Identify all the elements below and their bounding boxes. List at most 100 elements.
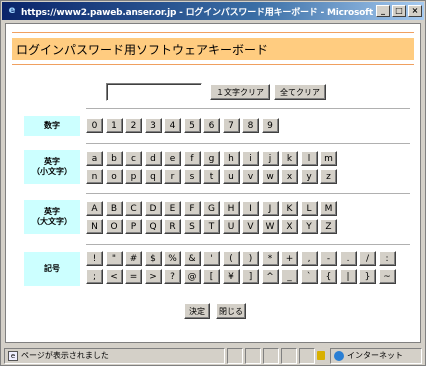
key-button[interactable]: + bbox=[281, 251, 298, 266]
key-button[interactable]: N bbox=[86, 219, 103, 234]
key-button[interactable]: ) bbox=[242, 251, 259, 266]
key-button[interactable]: K bbox=[281, 201, 298, 216]
key-button[interactable]: g bbox=[203, 151, 220, 166]
key-button[interactable]: ! bbox=[86, 251, 103, 266]
key-button[interactable]: A bbox=[86, 201, 103, 216]
key-button[interactable]: t bbox=[203, 169, 220, 184]
key-button[interactable]: * bbox=[261, 251, 279, 266]
key-button[interactable]: O bbox=[105, 219, 123, 234]
key-button[interactable]: % bbox=[164, 251, 181, 266]
key-button[interactable]: X bbox=[281, 219, 298, 234]
key-button[interactable]: H bbox=[222, 201, 240, 216]
key-button[interactable]: q bbox=[144, 169, 162, 184]
key-button[interactable]: z bbox=[320, 169, 337, 184]
key-button[interactable]: / bbox=[359, 251, 376, 266]
key-button[interactable]: _ bbox=[281, 269, 298, 284]
key-button[interactable]: v bbox=[242, 169, 259, 184]
clear-all-button[interactable]: 全てクリア bbox=[274, 84, 326, 100]
key-button[interactable]: S bbox=[183, 219, 201, 234]
maximize-button[interactable]: □ bbox=[392, 5, 406, 17]
key-button[interactable]: e bbox=[164, 151, 181, 166]
title-bar[interactable]: e https://www2.paweb.anser.or.jp - ログインパ… bbox=[2, 2, 424, 20]
key-button[interactable]: @ bbox=[183, 269, 201, 284]
key-button[interactable]: F bbox=[183, 201, 201, 216]
key-button[interactable]: E bbox=[164, 201, 181, 216]
key-button[interactable]: p bbox=[125, 169, 142, 184]
key-button[interactable]: 9 bbox=[261, 118, 279, 133]
key-button[interactable]: w bbox=[261, 169, 279, 184]
key-button[interactable]: T bbox=[203, 219, 220, 234]
key-button[interactable]: r bbox=[164, 169, 181, 184]
key-button[interactable]: [ bbox=[203, 269, 220, 284]
key-button[interactable]: | bbox=[339, 269, 357, 284]
key-button[interactable]: C bbox=[125, 201, 142, 216]
key-button[interactable]: 5 bbox=[183, 118, 201, 133]
key-button[interactable]: b bbox=[105, 151, 123, 166]
close-button[interactable]: 閉じる bbox=[216, 303, 246, 319]
key-button[interactable]: j bbox=[261, 151, 279, 166]
password-field[interactable] bbox=[106, 83, 202, 101]
key-button[interactable]: I bbox=[242, 201, 259, 216]
key-button[interactable]: 8 bbox=[242, 118, 259, 133]
key-button[interactable]: } bbox=[359, 269, 376, 284]
key-button[interactable]: > bbox=[144, 269, 162, 284]
key-button[interactable]: W bbox=[261, 219, 279, 234]
key-button[interactable]: 7 bbox=[222, 118, 240, 133]
key-button[interactable]: y bbox=[300, 169, 318, 184]
key-button[interactable]: = bbox=[125, 269, 142, 284]
key-button[interactable]: Z bbox=[320, 219, 337, 234]
key-button[interactable]: & bbox=[183, 251, 201, 266]
key-button[interactable]: P bbox=[125, 219, 142, 234]
key-button[interactable]: ¥ bbox=[222, 269, 240, 284]
key-button[interactable]: J bbox=[261, 201, 279, 216]
key-button[interactable]: 3 bbox=[144, 118, 162, 133]
key-button[interactable]: # bbox=[125, 251, 142, 266]
minimize-button[interactable]: _ bbox=[376, 5, 390, 17]
key-button[interactable]: l bbox=[300, 151, 318, 166]
key-button[interactable]: h bbox=[222, 151, 240, 166]
key-button[interactable]: f bbox=[183, 151, 201, 166]
key-button[interactable]: D bbox=[144, 201, 162, 216]
key-button[interactable]: ' bbox=[203, 251, 220, 266]
key-button[interactable]: ^ bbox=[261, 269, 279, 284]
ok-button[interactable]: 決定 bbox=[184, 303, 210, 319]
key-button[interactable]: , bbox=[300, 251, 318, 266]
key-button[interactable]: R bbox=[164, 219, 181, 234]
key-button[interactable]: : bbox=[378, 251, 396, 266]
key-button[interactable]: B bbox=[105, 201, 123, 216]
key-button[interactable]: u bbox=[222, 169, 240, 184]
close-window-button[interactable]: × bbox=[408, 5, 422, 17]
key-button[interactable]: ~ bbox=[378, 269, 396, 284]
key-button[interactable]: a bbox=[86, 151, 103, 166]
clear-one-button[interactable]: １文字クリア bbox=[210, 84, 270, 100]
key-button[interactable]: n bbox=[86, 169, 103, 184]
key-button[interactable]: Y bbox=[300, 219, 318, 234]
key-button[interactable]: M bbox=[320, 201, 337, 216]
key-button[interactable]: $ bbox=[144, 251, 162, 266]
key-button[interactable]: ; bbox=[86, 269, 103, 284]
key-button[interactable]: k bbox=[281, 151, 298, 166]
key-button[interactable]: 0 bbox=[86, 118, 103, 133]
key-button[interactable]: m bbox=[320, 151, 337, 166]
key-button[interactable]: x bbox=[281, 169, 298, 184]
key-button[interactable]: ? bbox=[164, 269, 181, 284]
key-button[interactable]: ` bbox=[300, 269, 318, 284]
key-button[interactable]: < bbox=[105, 269, 123, 284]
key-button[interactable]: c bbox=[125, 151, 142, 166]
key-button[interactable]: Q bbox=[144, 219, 162, 234]
key-button[interactable]: o bbox=[105, 169, 123, 184]
key-button[interactable]: G bbox=[203, 201, 220, 216]
key-button[interactable]: d bbox=[144, 151, 162, 166]
key-button[interactable]: 1 bbox=[105, 118, 123, 133]
key-button[interactable]: - bbox=[320, 251, 337, 266]
key-button[interactable]: i bbox=[242, 151, 259, 166]
key-button[interactable]: . bbox=[339, 251, 357, 266]
key-button[interactable]: " bbox=[105, 251, 123, 266]
key-button[interactable]: 4 bbox=[164, 118, 181, 133]
key-button[interactable]: s bbox=[183, 169, 201, 184]
key-button[interactable]: ( bbox=[222, 251, 240, 266]
key-button[interactable]: U bbox=[222, 219, 240, 234]
key-button[interactable]: V bbox=[242, 219, 259, 234]
key-button[interactable]: 2 bbox=[125, 118, 142, 133]
key-button[interactable]: L bbox=[300, 201, 318, 216]
